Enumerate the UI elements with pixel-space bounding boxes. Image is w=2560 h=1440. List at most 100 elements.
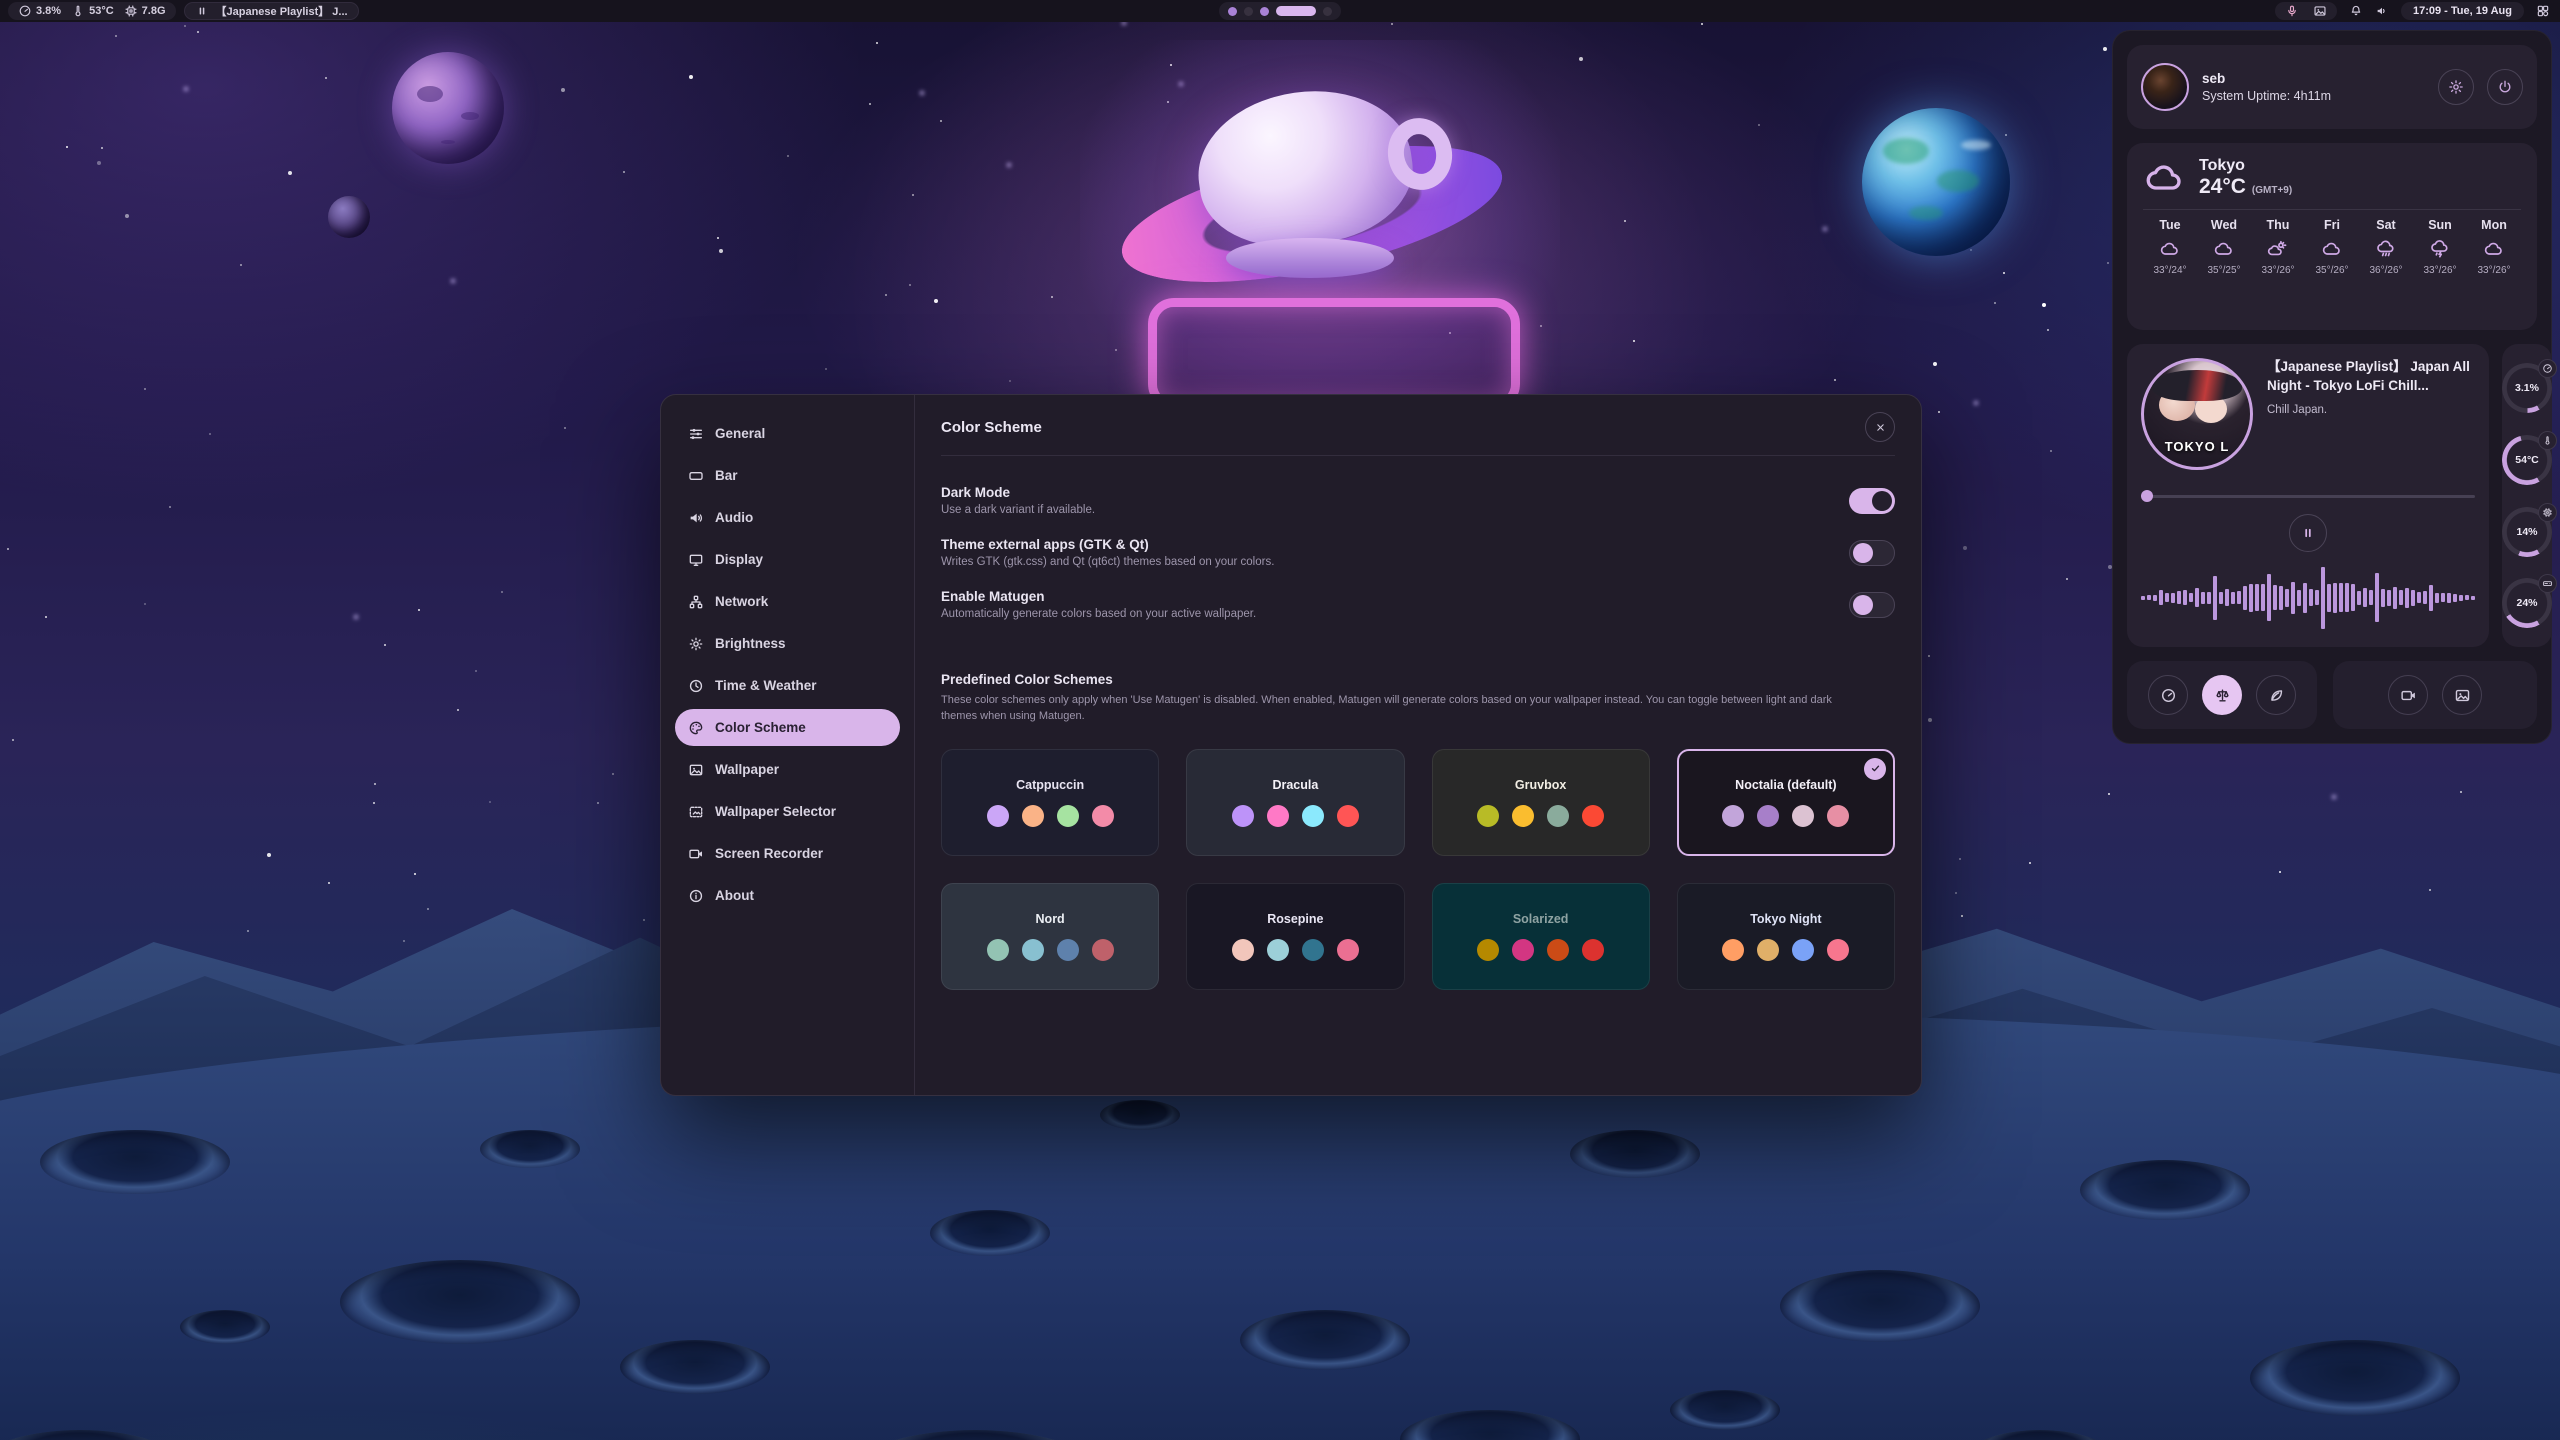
color-swatch — [987, 939, 1009, 961]
pause-button[interactable] — [2289, 514, 2327, 552]
toggle-switch[interactable] — [1849, 488, 1895, 514]
progress-knob[interactable] — [2141, 490, 2153, 502]
sidebar-item-network[interactable]: Network — [675, 583, 900, 620]
avatar[interactable] — [2141, 63, 2189, 111]
sidebar-item-display[interactable]: Display — [675, 541, 900, 578]
visualizer-bar — [2375, 573, 2379, 622]
sidebar-item-label: Time & Weather — [715, 678, 817, 693]
color-swatch — [1057, 805, 1079, 827]
divider — [941, 455, 1895, 456]
cpu-temp-stat[interactable]: 53°C — [71, 4, 114, 18]
volume-icon[interactable] — [2375, 4, 2389, 18]
sidebar-item-brightness[interactable]: Brightness — [675, 625, 900, 662]
sliders-icon — [688, 426, 704, 442]
visualizer-bar — [2243, 586, 2247, 610]
cup-saucer — [1226, 238, 1394, 278]
clock-pill[interactable]: 17:09 - Tue, 19 Aug — [2401, 2, 2524, 20]
track-title: 【Japanese Playlist】 Japan All Night - To… — [2267, 358, 2475, 396]
visualizer-bar — [2177, 591, 2181, 604]
divider — [2143, 209, 2521, 210]
scheme-name: Nord — [1036, 912, 1065, 926]
apps-grid-icon[interactable] — [2536, 4, 2550, 18]
utility-image-button[interactable] — [2442, 675, 2482, 715]
media-player-card: TOKYO L 【Japanese Playlist】 Japan All Ni… — [2127, 344, 2489, 647]
color-swatch — [987, 805, 1009, 827]
toggle-switch[interactable] — [1849, 592, 1895, 618]
visualizer-bar — [2399, 590, 2403, 605]
workspace-dot-4[interactable] — [1276, 6, 1316, 16]
setting-label: Theme external apps (GTK & Qt) — [941, 537, 1274, 552]
scheme-card-tokyo-night[interactable]: Tokyo Night — [1677, 883, 1895, 990]
scheme-card-noctalia-default-[interactable]: Noctalia (default) — [1677, 749, 1895, 856]
settings-main: Color Scheme Dark ModeUse a dark variant… — [915, 395, 1921, 1095]
visualizer-bar — [2255, 584, 2259, 611]
system-stats-pill[interactable]: 3.8% 53°C 7.8G — [8, 2, 176, 20]
settings-button[interactable] — [2438, 69, 2474, 105]
scheme-card-catppuccin[interactable]: Catppuccin — [941, 749, 1159, 856]
sidebar-item-bar[interactable]: Bar — [675, 457, 900, 494]
gallery-icon — [688, 804, 704, 820]
workspace-dot-2[interactable] — [1244, 7, 1253, 16]
power-button[interactable] — [2487, 69, 2523, 105]
moon-crater — [0, 1430, 180, 1440]
visualizer-bar — [2249, 584, 2253, 612]
sidebar-item-audio[interactable]: Audio — [675, 499, 900, 536]
sidebar-item-wallpaper-selector[interactable]: Wallpaper Selector — [675, 793, 900, 830]
user-name: seb — [2202, 71, 2425, 86]
visualizer-bar — [2381, 589, 2385, 607]
visualizer-bar — [2429, 585, 2433, 611]
moon-crater — [1570, 1130, 1700, 1178]
workspace-dot-5[interactable] — [1323, 7, 1332, 16]
scheme-card-nord[interactable]: Nord — [941, 883, 1159, 990]
media-pill-title: 【Japanese Playlist】 J... — [216, 3, 348, 19]
workspace-dot-1[interactable] — [1228, 7, 1237, 16]
page-title: Color Scheme — [941, 419, 1042, 436]
forecast-row: Tue33°/24°Wed35°/25°Thu33°/26°Fri35°/26°… — [2143, 218, 2521, 276]
scheme-card-solarized[interactable]: Solarized — [1432, 883, 1650, 990]
workspace-indicator[interactable] — [1219, 2, 1341, 20]
scheme-card-gruvbox[interactable]: Gruvbox — [1432, 749, 1650, 856]
visualizer-bar — [2297, 590, 2301, 606]
sidebar-item-color-scheme[interactable]: Color Scheme — [675, 709, 900, 746]
tray-pill[interactable] — [2275, 2, 2337, 20]
setting-row: Dark ModeUse a dark variant if available… — [941, 485, 1895, 516]
suncloud-icon — [2267, 239, 2289, 259]
power-profile-scales-button[interactable] — [2202, 675, 2242, 715]
user-card: seb System Uptime: 4h11m — [2127, 45, 2537, 129]
power-profile-speedometer-button[interactable] — [2148, 675, 2188, 715]
memory-stat[interactable]: 7.8G — [124, 4, 166, 18]
bell-icon[interactable] — [2349, 4, 2363, 18]
moon-crater — [180, 1310, 270, 1344]
visualizer-bar — [2189, 593, 2193, 602]
leaf-icon — [2268, 687, 2285, 704]
visualizer-bar — [2213, 576, 2217, 620]
sidebar-item-about[interactable]: About — [675, 877, 900, 914]
visualizer-bar — [2183, 590, 2187, 605]
visualizer-bar — [2387, 590, 2391, 606]
toggle-switch[interactable] — [1849, 540, 1895, 566]
color-swatch — [1057, 939, 1079, 961]
scheme-card-dracula[interactable]: Dracula — [1186, 749, 1404, 856]
video-icon — [688, 846, 704, 862]
visualizer-bar — [2351, 584, 2355, 611]
visualizer-bar — [2201, 592, 2205, 604]
sidebar-item-screen-recorder[interactable]: Screen Recorder — [675, 835, 900, 872]
media-pill[interactable]: 【Japanese Playlist】 J... — [184, 2, 359, 20]
workspace-dot-3[interactable] — [1260, 7, 1269, 16]
forecast-day: Sun33°/26° — [2413, 218, 2467, 276]
scheme-card-rosepine[interactable]: Rosepine — [1186, 883, 1404, 990]
cpu-usage-stat[interactable]: 3.8% — [18, 4, 61, 18]
sidebar-item-general[interactable]: General — [675, 415, 900, 452]
power-profile-leaf-button[interactable] — [2256, 675, 2296, 715]
album-art[interactable]: TOKYO L — [2141, 358, 2253, 470]
pause-icon[interactable] — [195, 4, 209, 18]
close-button[interactable] — [1865, 412, 1895, 442]
mic-icon[interactable] — [2285, 4, 2299, 18]
sidebar-item-wallpaper[interactable]: Wallpaper — [675, 751, 900, 788]
progress-bar[interactable] — [2141, 490, 2475, 502]
wallpaper-icon[interactable] — [2313, 4, 2327, 18]
sidebar-item-time-weather[interactable]: Time & Weather — [675, 667, 900, 704]
utility-video-button[interactable] — [2388, 675, 2428, 715]
visualizer-bar — [2411, 590, 2415, 606]
forecast-day: Mon33°/26° — [2467, 218, 2521, 276]
